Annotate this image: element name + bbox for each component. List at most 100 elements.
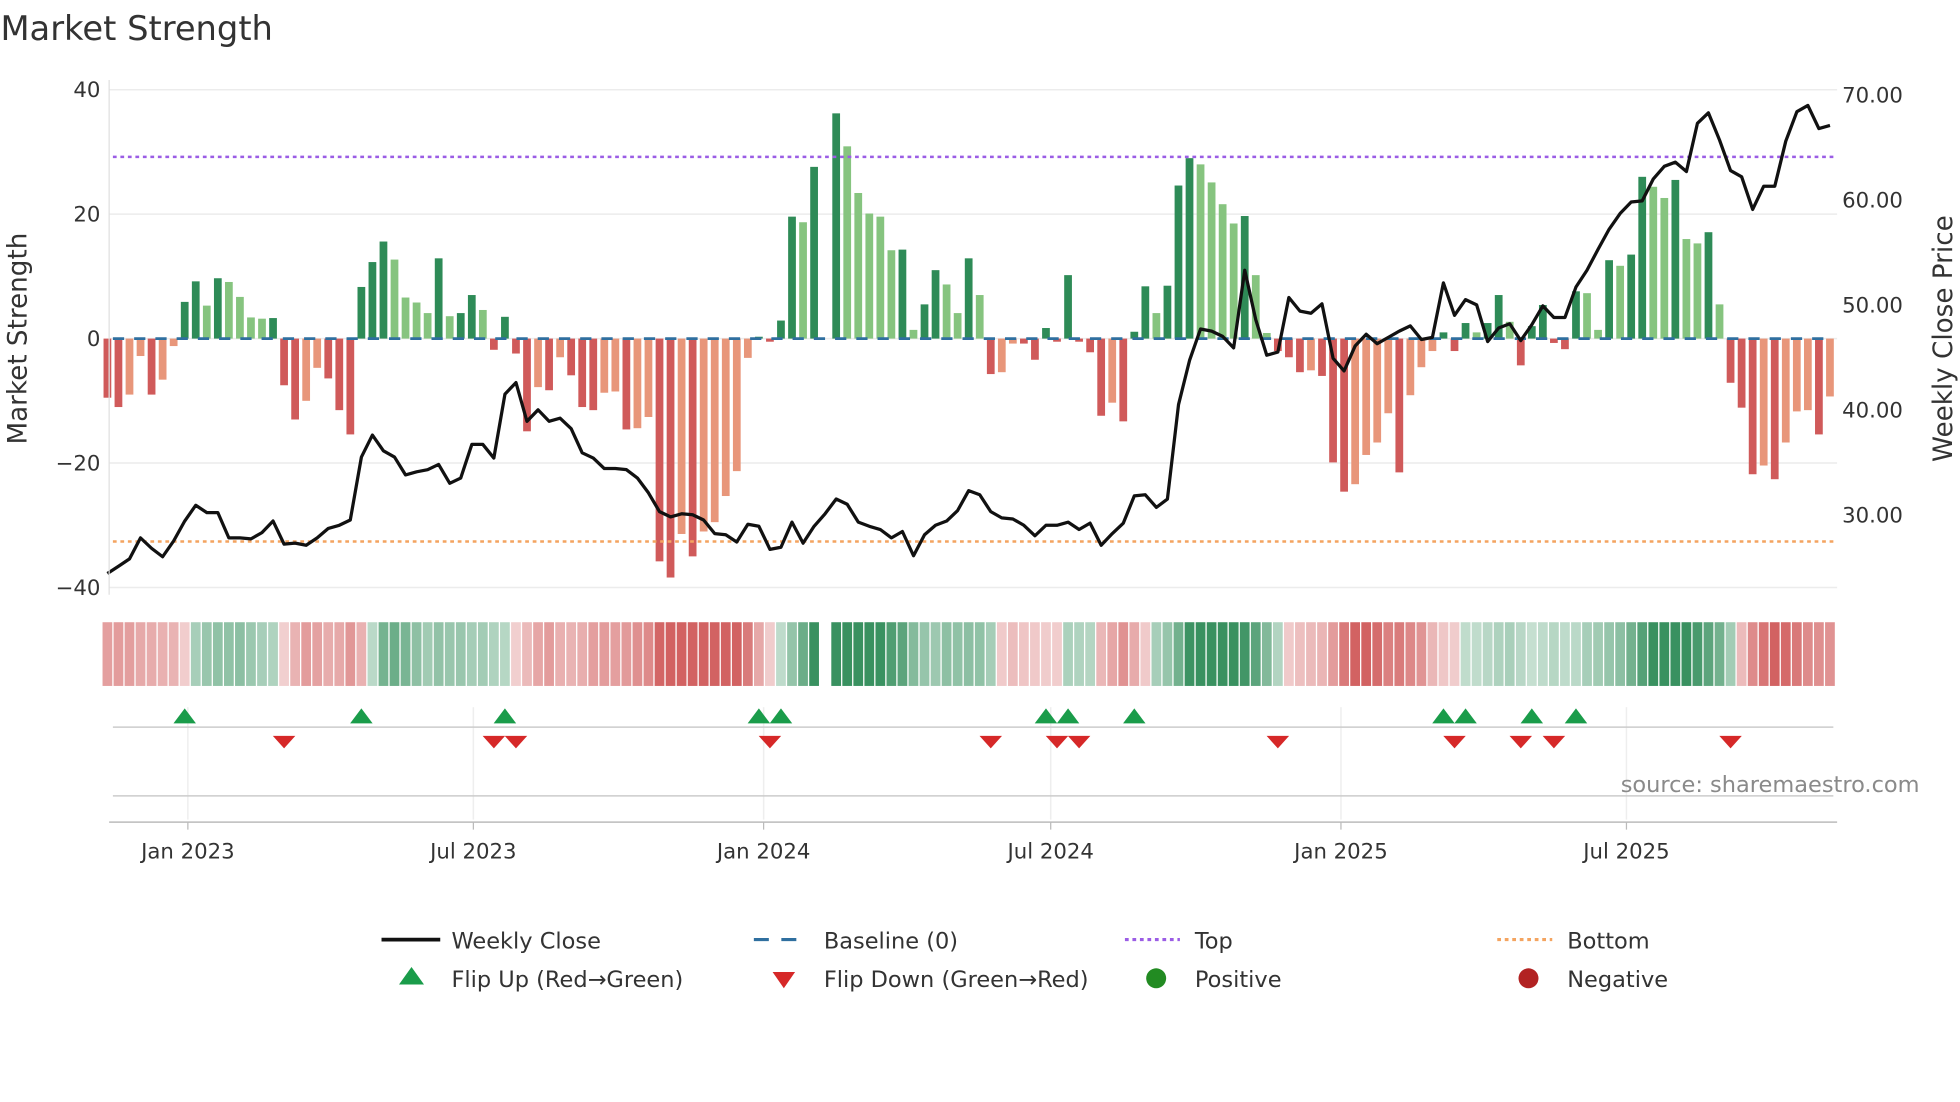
heat-cell — [312, 622, 323, 686]
flip-up-marker — [1520, 708, 1544, 724]
legend-label: Negative — [1567, 967, 1668, 993]
strength-bar — [147, 338, 156, 395]
chart-title: Market Strength — [0, 9, 272, 48]
heat-cell — [279, 622, 289, 686]
flip-up-marker — [1564, 708, 1588, 724]
heat-cell — [687, 622, 698, 686]
x-tick-label: Jan 2025 — [1292, 839, 1388, 864]
strength-bar — [942, 284, 951, 339]
strength-bar — [1119, 338, 1128, 422]
heat-cell — [676, 622, 687, 686]
heat-cell — [1195, 622, 1206, 686]
flip-down-marker — [272, 735, 296, 749]
flip-up-marker — [747, 708, 771, 724]
strength-bar — [1550, 338, 1558, 343]
strength-bar — [202, 305, 211, 339]
heat-cell — [1239, 622, 1250, 686]
strength-bar — [1307, 338, 1315, 371]
heat-cell — [1747, 622, 1758, 686]
heat-cell — [477, 622, 488, 686]
regime-heatmap-strip — [102, 622, 1835, 686]
strength-bar — [732, 338, 741, 472]
heat-cell — [1571, 622, 1581, 686]
heat-cell — [1217, 622, 1228, 686]
y-tick-label: 0 — [87, 327, 101, 352]
strength-bar — [1406, 338, 1415, 396]
strength-bar — [1815, 338, 1823, 435]
gridlines — [109, 88, 1838, 820]
heat-cell — [290, 622, 300, 686]
strength-bar — [622, 338, 631, 430]
heat-cell — [1714, 622, 1725, 686]
heat-cell — [1692, 622, 1703, 686]
heat-cell — [1416, 622, 1427, 686]
y-axis-title-left: Market Strength — [4, 233, 34, 445]
heat-cell — [952, 622, 963, 686]
strength-bar — [1616, 265, 1625, 339]
flip-up-marker — [769, 708, 793, 724]
heat-cell — [1615, 622, 1626, 686]
y-right-tick-label: 50.00 — [1842, 293, 1903, 318]
strength-bar — [975, 295, 984, 339]
strength-bar — [854, 192, 863, 339]
strength-bar — [1031, 338, 1039, 360]
flip-up-marker — [1056, 708, 1080, 724]
legend-label: Positive — [1195, 967, 1282, 993]
y-tick-label: −20 — [56, 452, 101, 477]
heat-cell — [754, 622, 764, 686]
legend-item: Negative — [1518, 967, 1668, 993]
strength-bars — [103, 113, 1834, 578]
heat-cell — [1295, 622, 1305, 686]
strength-bar — [699, 338, 708, 532]
strength-bar — [291, 338, 299, 420]
heat-cell — [235, 622, 245, 686]
heat-cell — [1019, 622, 1029, 686]
flip-down-marker — [482, 735, 506, 749]
heat-cell — [544, 622, 554, 686]
y-right-tick-label: 40.00 — [1842, 398, 1903, 423]
heat-cell — [246, 622, 256, 686]
x-tick-label: Jul 2024 — [1005, 839, 1093, 864]
heat-cell — [124, 622, 135, 686]
flip-up-marker — [173, 708, 196, 724]
heat-cell — [1041, 622, 1051, 686]
strength-bar — [125, 338, 134, 395]
heat-cell — [698, 622, 709, 686]
heat-cell — [1096, 622, 1107, 686]
strength-bar — [1207, 182, 1216, 339]
x-tick-label: Jul 2025 — [1581, 839, 1669, 864]
heat-cell — [930, 622, 941, 686]
strength-bar — [324, 338, 333, 379]
heat-cell — [599, 622, 610, 686]
flip-down-marker — [1266, 735, 1290, 749]
market-strength-chart: Market Strength 40 20 0 −20 −40 70.00 60.00 50.… — [0, 9, 1959, 993]
heat-cell — [853, 622, 864, 686]
heat-cell — [1648, 622, 1659, 686]
heat-cell — [720, 622, 731, 686]
strength-bar — [743, 338, 752, 358]
legend: Weekly Close Baseline (0) Top Bottom Flip Up… — [381, 928, 1668, 993]
heat-cell — [345, 622, 356, 686]
heat-cell — [466, 622, 477, 686]
heat-cell — [400, 622, 411, 686]
strength-bar — [247, 317, 255, 339]
strength-bar — [964, 258, 973, 339]
heat-cell — [489, 622, 499, 686]
strength-bar — [865, 213, 874, 339]
circle-icon — [1518, 968, 1539, 989]
heat-cell — [809, 622, 819, 686]
strength-bar — [236, 296, 244, 339]
strength-bar — [1417, 338, 1426, 368]
heat-cell — [709, 622, 720, 686]
heat-cell — [522, 622, 532, 686]
heat-cell — [742, 622, 753, 686]
strength-bar — [1660, 197, 1669, 339]
heat-cell — [1228, 622, 1239, 686]
strength-bar — [258, 318, 266, 339]
strength-bar — [1516, 338, 1525, 366]
strength-bar — [1097, 338, 1106, 416]
strength-bar — [213, 278, 222, 339]
strength-bar — [1218, 204, 1227, 339]
legend-item: Baseline (0) — [753, 928, 958, 954]
heat-cell — [1118, 622, 1129, 686]
